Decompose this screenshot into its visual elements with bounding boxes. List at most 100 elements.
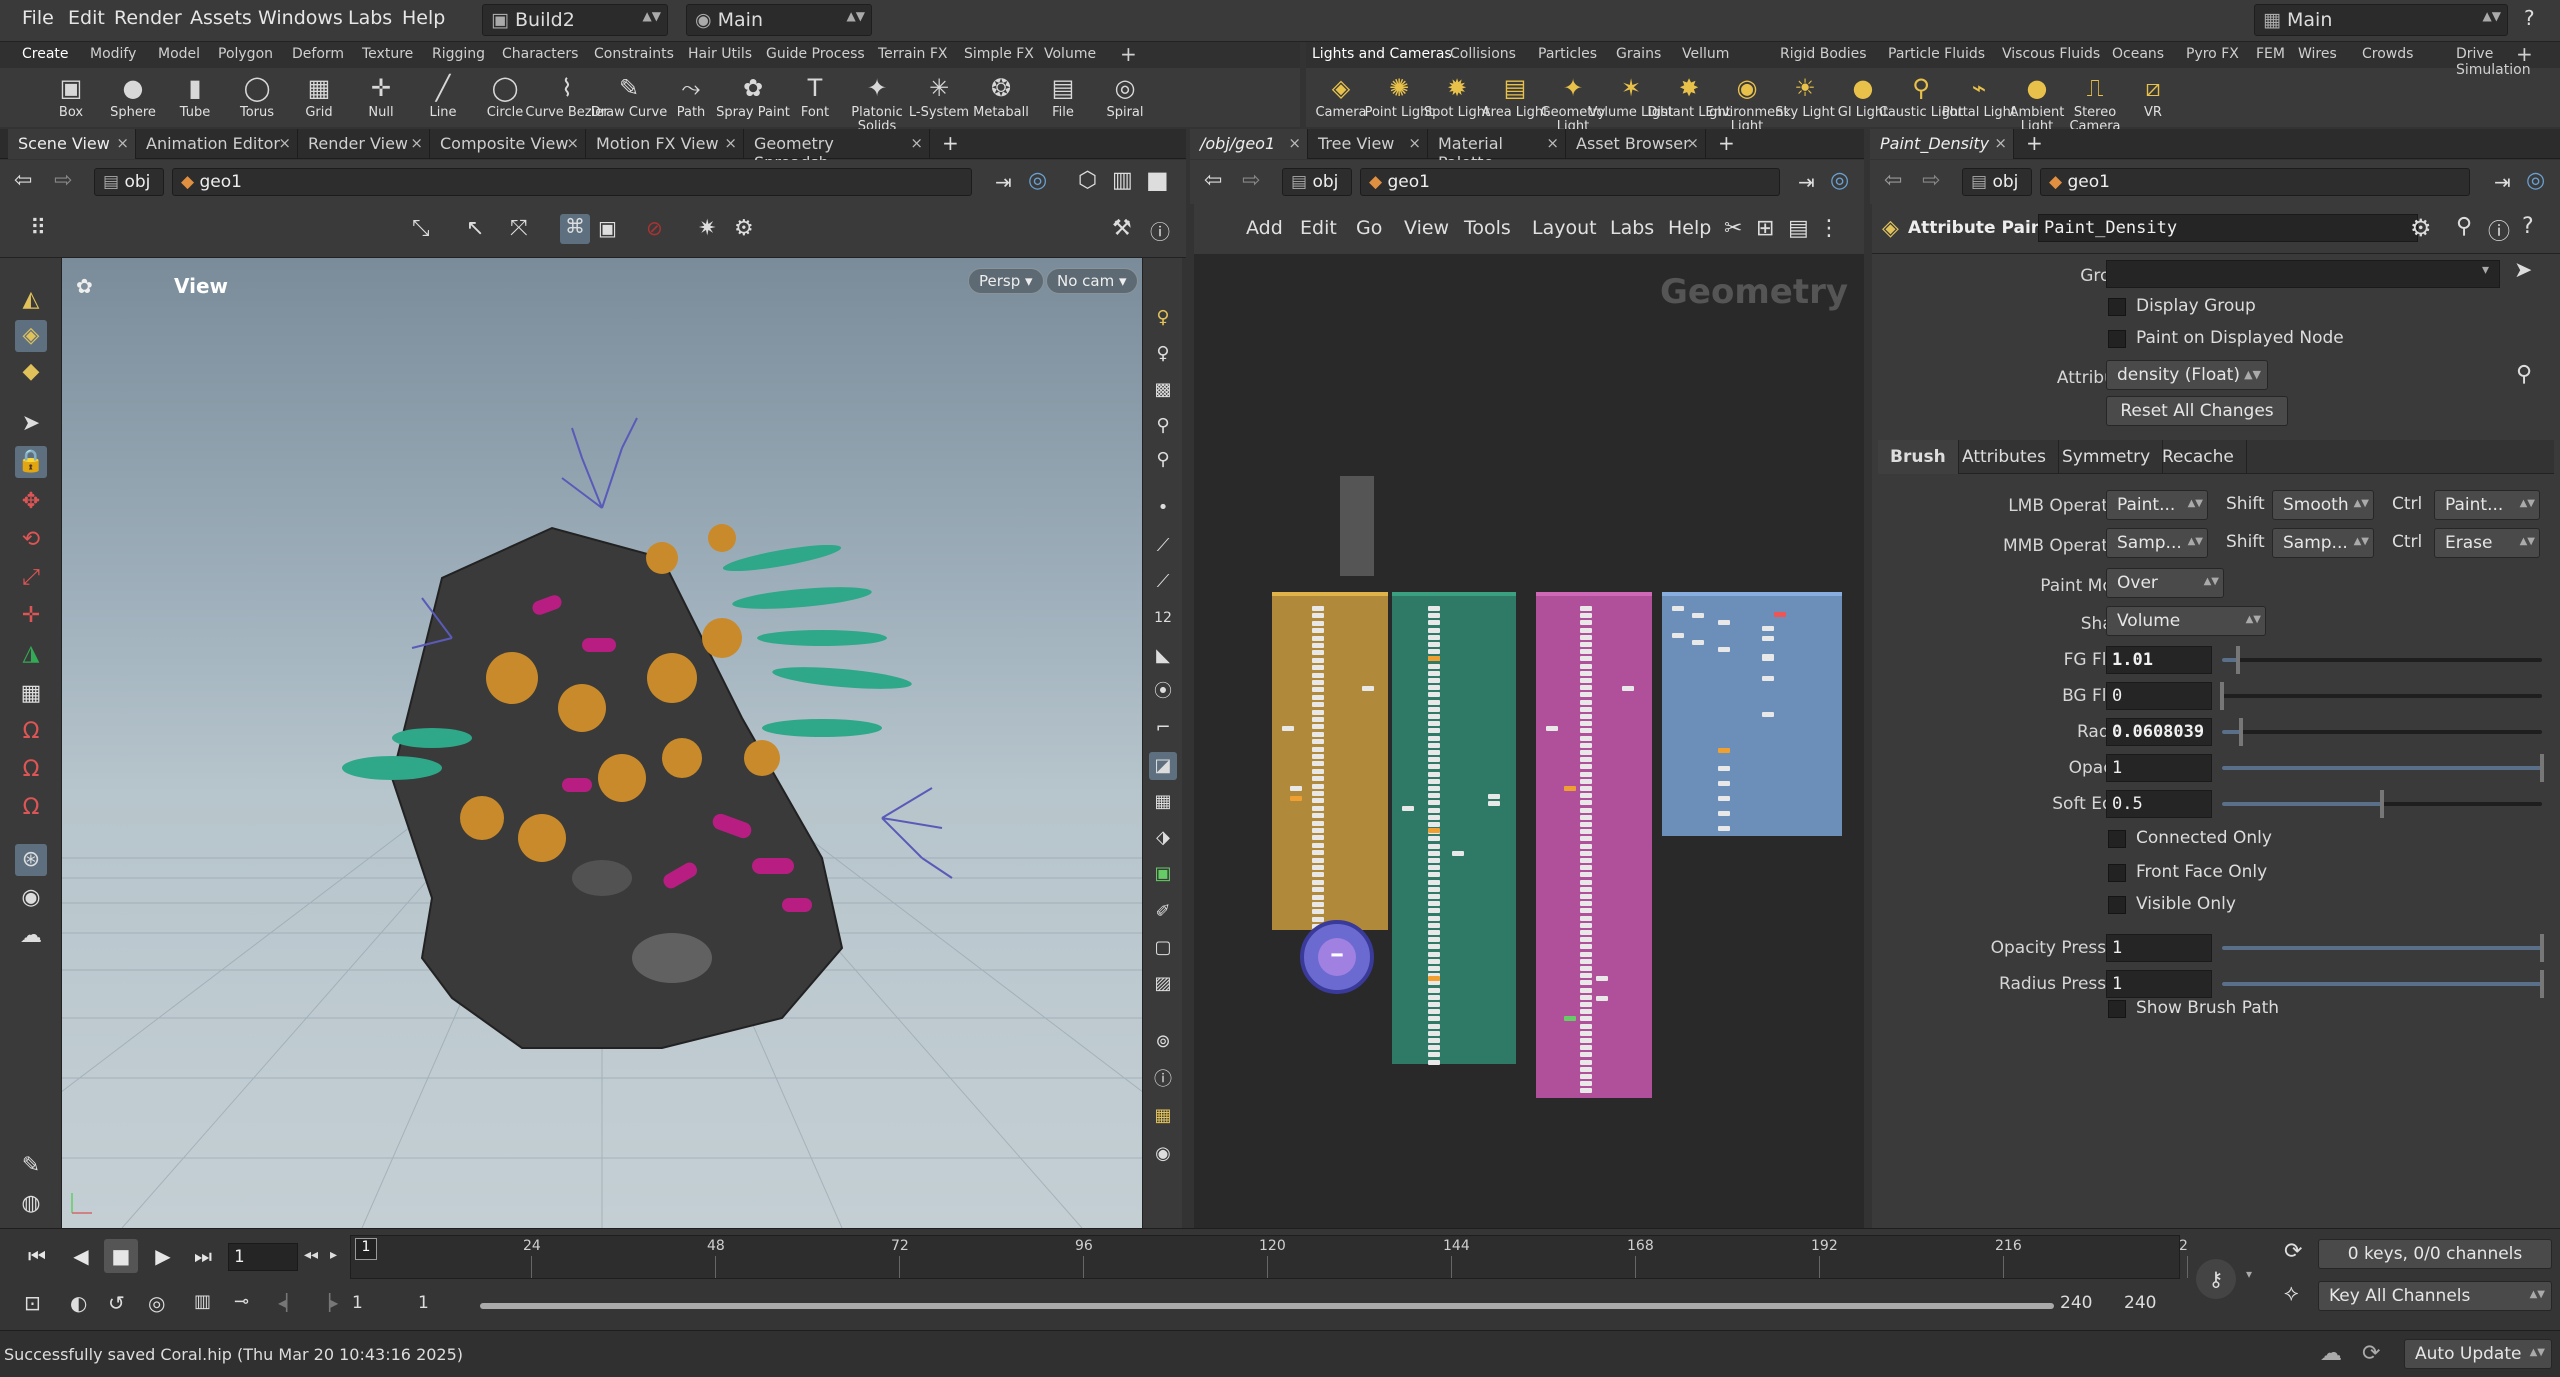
network-node[interactable] — [1580, 966, 1592, 971]
view-menu-icon[interactable]: ✿ — [76, 274, 93, 298]
shading-icon[interactable]: ▩ — [1149, 376, 1177, 404]
lmb-ctrl-dropdown[interactable]: Paint... ▲▼ — [2434, 490, 2540, 520]
right-desktop-selector[interactable]: ▦ Main ▲▼ — [2254, 4, 2508, 36]
network-node[interactable] — [1312, 835, 1324, 841]
network-node[interactable] — [1428, 865, 1440, 871]
pane-tab-composite-view[interactable]: Composite View × — [430, 129, 586, 159]
network-node[interactable] — [1428, 1052, 1440, 1058]
timeline-ruler[interactable]: 1 24 48 72 96 120 144 168 192 216 2 — [350, 1235, 2188, 1279]
shelf-tab-pyro-fx[interactable]: Pyro FX — [2186, 46, 2239, 62]
network-node[interactable] — [1580, 937, 1592, 943]
net-menu-edit[interactable]: Edit — [1300, 217, 1337, 239]
refresh-icon[interactable]: ⟳ — [2362, 1341, 2380, 1366]
fg-field[interactable]: 1.01 — [2106, 646, 2212, 674]
pane-tab-animation-editor[interactable]: Animation Editor × — [136, 129, 298, 159]
add-tab-icon[interactable]: + — [2026, 131, 2043, 155]
lmb-dropdown[interactable]: Paint... ▲▼ — [2106, 490, 2208, 520]
network-node[interactable] — [1580, 706, 1592, 712]
network-node[interactable] — [1580, 1009, 1592, 1015]
network-node[interactable] — [1428, 728, 1440, 734]
net-menu-view[interactable]: View — [1404, 217, 1449, 239]
channel-icon[interactable]: ⟳ — [2284, 1239, 2302, 1264]
disk-icon[interactable]: ◍ — [15, 1188, 47, 1220]
network-node[interactable] — [1580, 951, 1592, 957]
net-menu-add[interactable]: Add — [1246, 217, 1283, 239]
ruler-icon[interactable]: ▥ — [194, 1291, 211, 1312]
brush-path-checkbox[interactable] — [2108, 1000, 2126, 1018]
network-node[interactable] — [1428, 1009, 1440, 1015]
tree-icon[interactable]: ⊞ — [1756, 216, 1774, 241]
network-node[interactable] — [1312, 613, 1324, 619]
network-box-4[interactable] — [1662, 592, 1842, 836]
network-node[interactable] — [1580, 742, 1592, 748]
checker-icon[interactable]: ▦ — [1149, 788, 1177, 816]
close-icon[interactable]: × — [1546, 134, 1559, 152]
network-node[interactable] — [1312, 620, 1324, 626]
network-node[interactable] — [1672, 633, 1684, 639]
network-node[interactable] — [1312, 902, 1324, 907]
pin-icon[interactable]: ⚲ — [2516, 362, 2532, 387]
audio-icon[interactable]: ◐ — [70, 1291, 87, 1315]
layout-icon[interactable]: ▦ — [1149, 1102, 1177, 1130]
keys-channels-button[interactable]: 0 keys, 0/0 channels — [2318, 1239, 2552, 1269]
network-node[interactable] — [1580, 915, 1592, 921]
pane-tab-asset-browser[interactable]: Asset Browser × — [1566, 129, 1706, 159]
end-frame[interactable]: 240 — [2060, 1293, 2092, 1313]
normal-icon[interactable]: ⟋ — [1149, 568, 1177, 596]
network-node[interactable] — [1312, 783, 1324, 789]
pane-tab-tree-view[interactable]: Tree View × — [1308, 129, 1428, 159]
shelf-tab-collisions[interactable]: Collisions — [1450, 46, 1516, 62]
back-arrow-icon[interactable]: ⇦ — [14, 168, 32, 193]
pane-tab-scene-view[interactable]: Scene View × — [8, 129, 136, 159]
network-node[interactable] — [1580, 800, 1592, 806]
handle-icon[interactable]: ✛ — [15, 600, 47, 632]
close-icon[interactable]: × — [1686, 134, 1699, 152]
step-back-icon[interactable]: ◂◂ — [304, 1247, 318, 1263]
shelf-tab-constraints[interactable]: Constraints — [594, 46, 674, 62]
network-node[interactable] — [1428, 944, 1440, 950]
shelf-tab-create[interactable]: Create — [22, 46, 69, 62]
network-node[interactable] — [1428, 1002, 1440, 1007]
network-node[interactable] — [1580, 973, 1592, 979]
square-icon[interactable]: ■ — [1146, 166, 1169, 194]
mmb-shift-dropdown[interactable]: Samp... ▲▼ — [2272, 528, 2374, 558]
network-node[interactable] — [1672, 606, 1684, 611]
radius-field[interactable]: 0.0608039 — [2106, 718, 2212, 746]
scene-viewport[interactable]: ✿ View Persp ▾ No cam ▾ — [62, 258, 1142, 1228]
link-icon[interactable]: ◎ — [1830, 168, 1849, 193]
add-tab-icon[interactable]: + — [942, 131, 959, 155]
network-node[interactable] — [1428, 886, 1440, 892]
network-node[interactable] — [1428, 850, 1440, 856]
network-node[interactable] — [1580, 1023, 1592, 1029]
tool-vr[interactable]: ⧄ VR — [2118, 72, 2188, 127]
close-icon[interactable]: × — [410, 134, 423, 152]
wire-icon[interactable]: ⚲ — [1149, 412, 1177, 440]
network-node[interactable] — [1580, 649, 1592, 655]
network-node[interactable] — [1428, 858, 1440, 863]
bg-field[interactable]: 0 — [2106, 682, 2212, 710]
network-node[interactable] — [1580, 627, 1592, 633]
front-face-checkbox[interactable] — [2108, 864, 2126, 882]
playhead[interactable]: 1 — [355, 1238, 377, 1260]
network-node[interactable] — [1428, 1030, 1440, 1036]
network-node[interactable] — [1762, 636, 1774, 641]
help-icon[interactable]: ? — [2522, 214, 2534, 239]
network-node[interactable] — [1580, 814, 1592, 820]
point-icon[interactable]: • — [1149, 494, 1177, 522]
network-node[interactable] — [1428, 735, 1440, 741]
network-node[interactable] — [1312, 724, 1324, 730]
network-node[interactable] — [1580, 1074, 1592, 1079]
record-icon[interactable]: ⊘ — [646, 216, 663, 240]
network-node[interactable] — [1488, 794, 1500, 799]
network-node[interactable] — [1580, 922, 1592, 928]
paint-density-node[interactable]: ━ — [1300, 920, 1374, 994]
network-node[interactable] — [1428, 879, 1440, 885]
network-node[interactable] — [1312, 798, 1324, 804]
gear-icon[interactable]: ⚙ — [2410, 214, 2432, 242]
network-node[interactable] — [1428, 1016, 1440, 1022]
help-icon[interactable]: ⓘ — [1150, 216, 1170, 245]
network-node[interactable] — [1546, 726, 1558, 731]
network-node[interactable] — [1312, 828, 1324, 833]
paint-brush-icon[interactable]: ◈ — [15, 320, 47, 352]
texture-icon[interactable]: ⬗ — [1149, 824, 1177, 852]
